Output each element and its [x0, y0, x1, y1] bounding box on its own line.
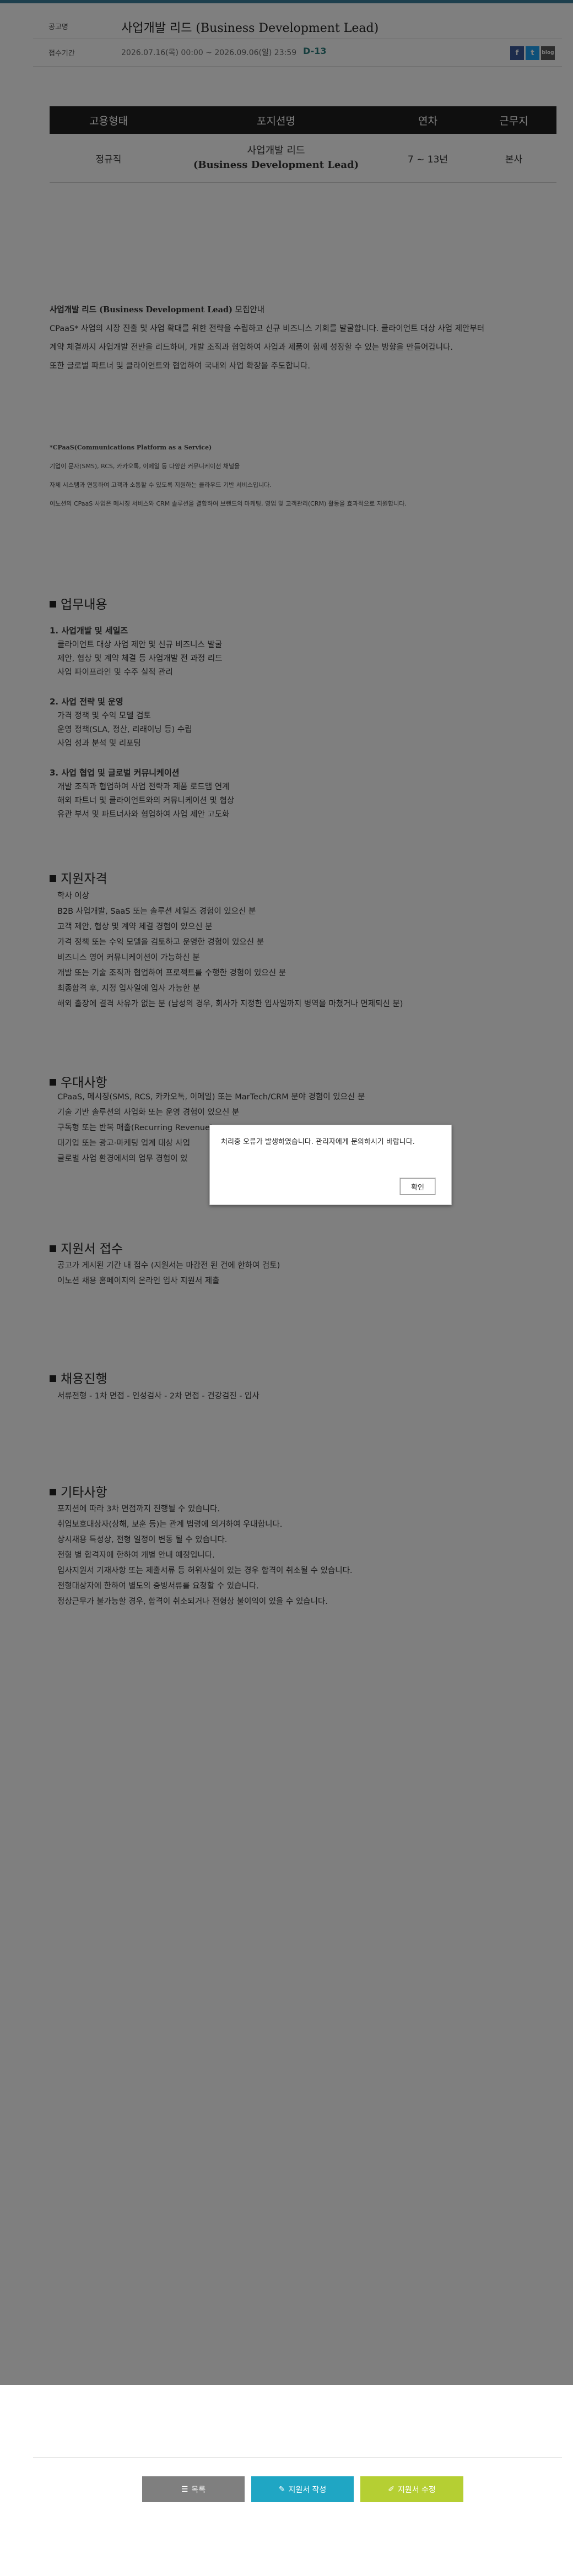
list-icon: ☰: [181, 2485, 188, 2494]
edit-button-label: 지원서 수정: [397, 2485, 436, 2494]
list-button-label: 목록: [191, 2485, 206, 2494]
error-dialog: 처리중 오류가 발생하였습니다. 관리자에게 문의하시기 바랍니다. 확인: [209, 1125, 452, 1205]
modal-overlay[interactable]: [0, 0, 573, 2576]
edit-icon: ✐: [388, 2485, 394, 2494]
write-application-button[interactable]: ✎ 지원서 작성: [251, 2476, 354, 2502]
edit-application-button[interactable]: ✐ 지원서 수정: [360, 2476, 463, 2502]
footer-actions: ☰ 목록 ✎ 지원서 작성 ✐ 지원서 수정: [0, 2385, 573, 2576]
dialog-message: 처리중 오류가 발생하였습니다. 관리자에게 문의하시기 바랍니다.: [221, 1138, 415, 1146]
confirm-button[interactable]: 확인: [400, 1178, 435, 1195]
footer-divider: [33, 2457, 562, 2458]
list-button[interactable]: ☰ 목록: [142, 2476, 245, 2502]
pencil-icon: ✎: [278, 2485, 285, 2494]
write-button-label: 지원서 작성: [288, 2485, 327, 2494]
